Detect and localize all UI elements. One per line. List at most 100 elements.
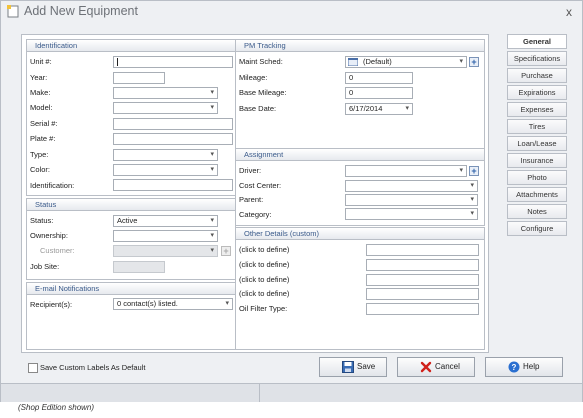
equipment-dialog: Add New Equipment x Identification Unit … (0, 0, 583, 402)
serial-input[interactable] (113, 118, 233, 130)
tab-expenses[interactable]: Expenses (507, 102, 567, 117)
tab-configure[interactable]: Configure (507, 221, 567, 236)
jobsite-label: Job Site: (30, 262, 60, 271)
maint-sched-value: (Default) (363, 57, 392, 66)
type-label: Type: (30, 150, 49, 159)
caption: (Shop Edition shown) (18, 403, 95, 412)
add-driver-icon[interactable]: + (469, 166, 479, 176)
recipients-select[interactable]: 0 contact(s) listed. (113, 298, 233, 310)
ownership-label: Ownership: (30, 231, 68, 240)
parent-select[interactable] (345, 194, 478, 206)
custom-field-label-4[interactable]: (click to define) (239, 289, 289, 298)
color-label: Color: (30, 165, 51, 174)
save-button[interactable]: Save (319, 357, 387, 377)
category-select[interactable] (345, 208, 478, 220)
driver-select[interactable] (345, 165, 467, 177)
status-header: Status (27, 199, 235, 211)
help-label: Help (523, 362, 540, 371)
identification-header: Identification (27, 40, 235, 52)
jobsite-input (113, 261, 165, 273)
other-header: Other Details (custom) (236, 228, 484, 240)
tab-expirations[interactable]: Expirations (507, 85, 567, 100)
status-group: Status Status: Active Ownership: Custome… (26, 198, 236, 280)
identification-label: Identification: (30, 181, 75, 190)
custom-field-label-3[interactable]: (click to define) (239, 275, 289, 284)
unit-label: Unit #: (30, 57, 52, 66)
calendar-icon (348, 58, 358, 66)
save-icon (342, 361, 354, 373)
type-select[interactable] (113, 149, 218, 161)
identification-group: Identification Unit #: Year: Make: Model… (26, 39, 236, 196)
pm-tracking-group: PM Tracking Maint Sched: (Default) + Mil… (235, 39, 485, 151)
plate-input[interactable] (113, 133, 233, 145)
category-label: Category: (239, 210, 272, 219)
serial-label: Serial #: (30, 119, 58, 128)
save-labels-checkbox[interactable] (28, 363, 38, 373)
color-select[interactable] (113, 164, 218, 176)
pm-header: PM Tracking (236, 40, 484, 52)
driver-label: Driver: (239, 166, 262, 175)
tab-general[interactable]: General (507, 34, 567, 49)
base-date-label: Base Date: (239, 104, 277, 113)
tab-specifications[interactable]: Specifications (507, 51, 567, 66)
title-bar: Add New Equipment x (1, 1, 582, 23)
custom-field-input-4[interactable] (366, 288, 479, 300)
year-input[interactable] (113, 72, 165, 84)
tab-insurance[interactable]: Insurance (507, 153, 567, 168)
email-group: E-mail Notifications Recipient(s): 0 con… (26, 282, 236, 350)
tab-notes[interactable]: Notes (507, 204, 567, 219)
customer-label: Customer: (40, 246, 75, 255)
cancel-button[interactable]: Cancel (397, 357, 475, 377)
base-date-picker[interactable]: 6/17/2014 (345, 103, 413, 115)
save-labels-label: Save Custom Labels As Default (40, 363, 146, 372)
maint-sched-label: Maint Sched: (239, 57, 283, 66)
help-button[interactable]: ? Help (485, 357, 563, 377)
model-select[interactable] (113, 102, 218, 114)
custom-field-input-2[interactable] (366, 259, 479, 271)
cancel-x-icon (420, 361, 432, 373)
svg-text:?: ? (512, 363, 517, 372)
tab-attachments[interactable]: Attachments (507, 187, 567, 202)
status-bar (1, 383, 582, 402)
make-label: Make: (30, 88, 51, 97)
window-title: Add New Equipment (24, 4, 138, 18)
base-mileage-label: Base Mileage: (239, 88, 287, 97)
assignment-header: Assignment (236, 149, 484, 161)
status-select[interactable]: Active (113, 215, 218, 227)
other-details-group: Other Details (custom) (click to define)… (235, 227, 485, 350)
form-area: Identification Unit #: Year: Make: Model… (21, 34, 489, 353)
assignment-group: Assignment Driver: + Cost Center: Parent… (235, 148, 485, 226)
make-select[interactable] (113, 87, 218, 99)
oil-filter-input[interactable] (366, 303, 479, 315)
mileage-input[interactable]: 0 (345, 72, 413, 84)
custom-field-label-1[interactable]: (click to define) (239, 245, 289, 254)
status-label: Status: (30, 216, 54, 225)
custom-field-input-1[interactable] (366, 244, 479, 256)
ownership-select[interactable] (113, 230, 218, 242)
custom-field-label-2[interactable]: (click to define) (239, 260, 289, 269)
identification-input[interactable] (113, 179, 233, 191)
cost-center-select[interactable] (345, 180, 478, 192)
unit-input[interactable] (113, 56, 233, 68)
recipients-label: Recipient(s): (30, 300, 73, 309)
model-label: Model: (30, 103, 53, 112)
close-button[interactable]: x (566, 5, 572, 19)
tab-photo[interactable]: Photo (507, 170, 567, 185)
plate-label: Plate #: (30, 134, 56, 143)
add-maint-sched-icon[interactable]: + (469, 57, 479, 67)
tab-purchase[interactable]: Purchase (507, 68, 567, 83)
base-mileage-input[interactable]: 0 (345, 87, 413, 99)
email-header: E-mail Notifications (27, 283, 235, 295)
maint-sched-select[interactable]: (Default) (345, 56, 467, 68)
help-icon: ? (508, 361, 520, 373)
save-label: Save (357, 362, 376, 371)
tab-loan-lease[interactable]: Loan/Lease (507, 136, 567, 151)
parent-label: Parent: (239, 195, 264, 204)
cancel-label: Cancel (435, 362, 460, 371)
oil-filter-label[interactable]: Oil Filter Type: (239, 304, 287, 313)
customer-select (113, 245, 218, 257)
year-label: Year: (30, 73, 48, 82)
tab-tires[interactable]: Tires (507, 119, 567, 134)
mileage-label: Mileage: (239, 73, 268, 82)
custom-field-input-3[interactable] (366, 274, 479, 286)
